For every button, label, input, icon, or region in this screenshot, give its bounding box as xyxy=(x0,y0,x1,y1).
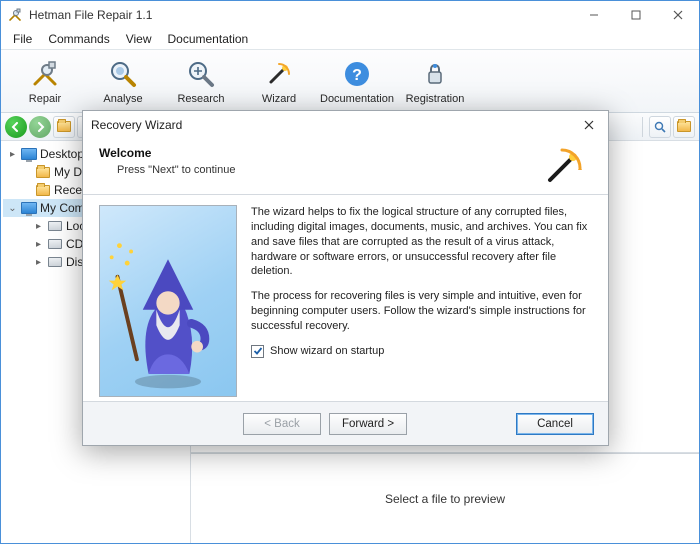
menubar: File Commands View Documentation xyxy=(1,29,699,49)
menu-view[interactable]: View xyxy=(118,30,160,48)
documentation-icon: ? xyxy=(341,58,373,90)
wizard-paragraph-1: The wizard helps to fix the logical stru… xyxy=(251,205,592,279)
nav-forward-button[interactable] xyxy=(29,116,51,138)
titlebar[interactable]: Hetman File Repair 1.1 xyxy=(1,1,699,29)
forward-button[interactable]: Forward > xyxy=(329,413,407,435)
dialog-title: Recovery Wizard xyxy=(89,118,576,132)
minimize-button[interactable] xyxy=(573,1,615,29)
wand-icon xyxy=(536,142,592,190)
dialog-subheading: Press "Next" to continue xyxy=(99,160,536,176)
drive-icon xyxy=(47,255,63,269)
drive-icon xyxy=(47,219,63,233)
toolbar-label: Analyse xyxy=(103,93,142,105)
dialog-heading: Welcome xyxy=(99,146,536,160)
monitor-icon xyxy=(21,147,37,161)
menu-file[interactable]: File xyxy=(5,30,40,48)
toolbar-label: Documentation xyxy=(320,93,394,105)
maximize-button[interactable] xyxy=(615,1,657,29)
toolbar-analyse[interactable]: Analyse xyxy=(85,51,161,111)
dialog-close-button[interactable] xyxy=(576,115,602,135)
checkbox-label: Show wizard on startup xyxy=(270,344,384,359)
folder-icon xyxy=(677,121,691,132)
toolbar-registration[interactable]: Registration xyxy=(397,51,473,111)
folder-up-icon xyxy=(57,121,71,132)
registration-icon xyxy=(419,58,451,90)
repair-icon xyxy=(29,58,61,90)
view-icon xyxy=(654,121,666,133)
back-button[interactable]: < Back xyxy=(243,413,321,435)
dialog-titlebar[interactable]: Recovery Wizard xyxy=(83,111,608,138)
nav-view-folder-button[interactable] xyxy=(673,116,695,138)
toolbar-repair[interactable]: Repair xyxy=(7,51,83,111)
nav-back-button[interactable] xyxy=(5,116,27,138)
nav-view-details-button[interactable] xyxy=(649,116,671,138)
toolbar-label: Registration xyxy=(406,93,465,105)
preview-empty-text: Select a file to preview xyxy=(385,492,505,506)
toolbar-wizard[interactable]: Wizard xyxy=(241,51,317,111)
toolbar-research[interactable]: Research xyxy=(163,51,239,111)
toolbar-label: Repair xyxy=(29,93,61,105)
wizard-text: The wizard helps to fix the logical stru… xyxy=(251,205,592,401)
checkbox-icon xyxy=(251,345,264,358)
toolbar-label: Wizard xyxy=(262,93,296,105)
drive-icon xyxy=(47,237,63,251)
preview-panel: Select a file to preview xyxy=(191,453,699,543)
toolbar-documentation[interactable]: ? Documentation xyxy=(319,51,395,111)
show-wizard-checkbox[interactable]: Show wizard on startup xyxy=(251,344,592,359)
folder-icon xyxy=(35,183,51,197)
wizard-paragraph-2: The process for recovering files is very… xyxy=(251,289,592,334)
monitor-icon xyxy=(21,201,37,215)
window-controls xyxy=(573,1,699,29)
close-button[interactable] xyxy=(657,1,699,29)
window-title: Hetman File Repair 1.1 xyxy=(29,8,573,22)
wizard-icon xyxy=(263,58,295,90)
toolbar-label: Research xyxy=(177,93,224,105)
main-toolbar: Repair Analyse Research Wizard ? Documen… xyxy=(1,49,699,113)
close-icon xyxy=(584,120,594,130)
menu-documentation[interactable]: Documentation xyxy=(160,30,257,48)
cancel-button[interactable]: Cancel xyxy=(516,413,594,435)
app-icon xyxy=(7,7,23,23)
folder-icon xyxy=(35,165,51,179)
wizard-illustration xyxy=(99,205,237,397)
dialog-button-row: < Back Forward > Cancel xyxy=(83,401,608,445)
nav-up-button[interactable] xyxy=(53,116,75,138)
analyse-icon xyxy=(107,58,139,90)
research-icon xyxy=(185,58,217,90)
recovery-wizard-dialog: Recovery Wizard Welcome Press "Next" to … xyxy=(82,110,609,446)
svg-text:?: ? xyxy=(352,67,362,84)
menu-commands[interactable]: Commands xyxy=(40,30,117,48)
tree-label: Desktop xyxy=(40,147,84,161)
